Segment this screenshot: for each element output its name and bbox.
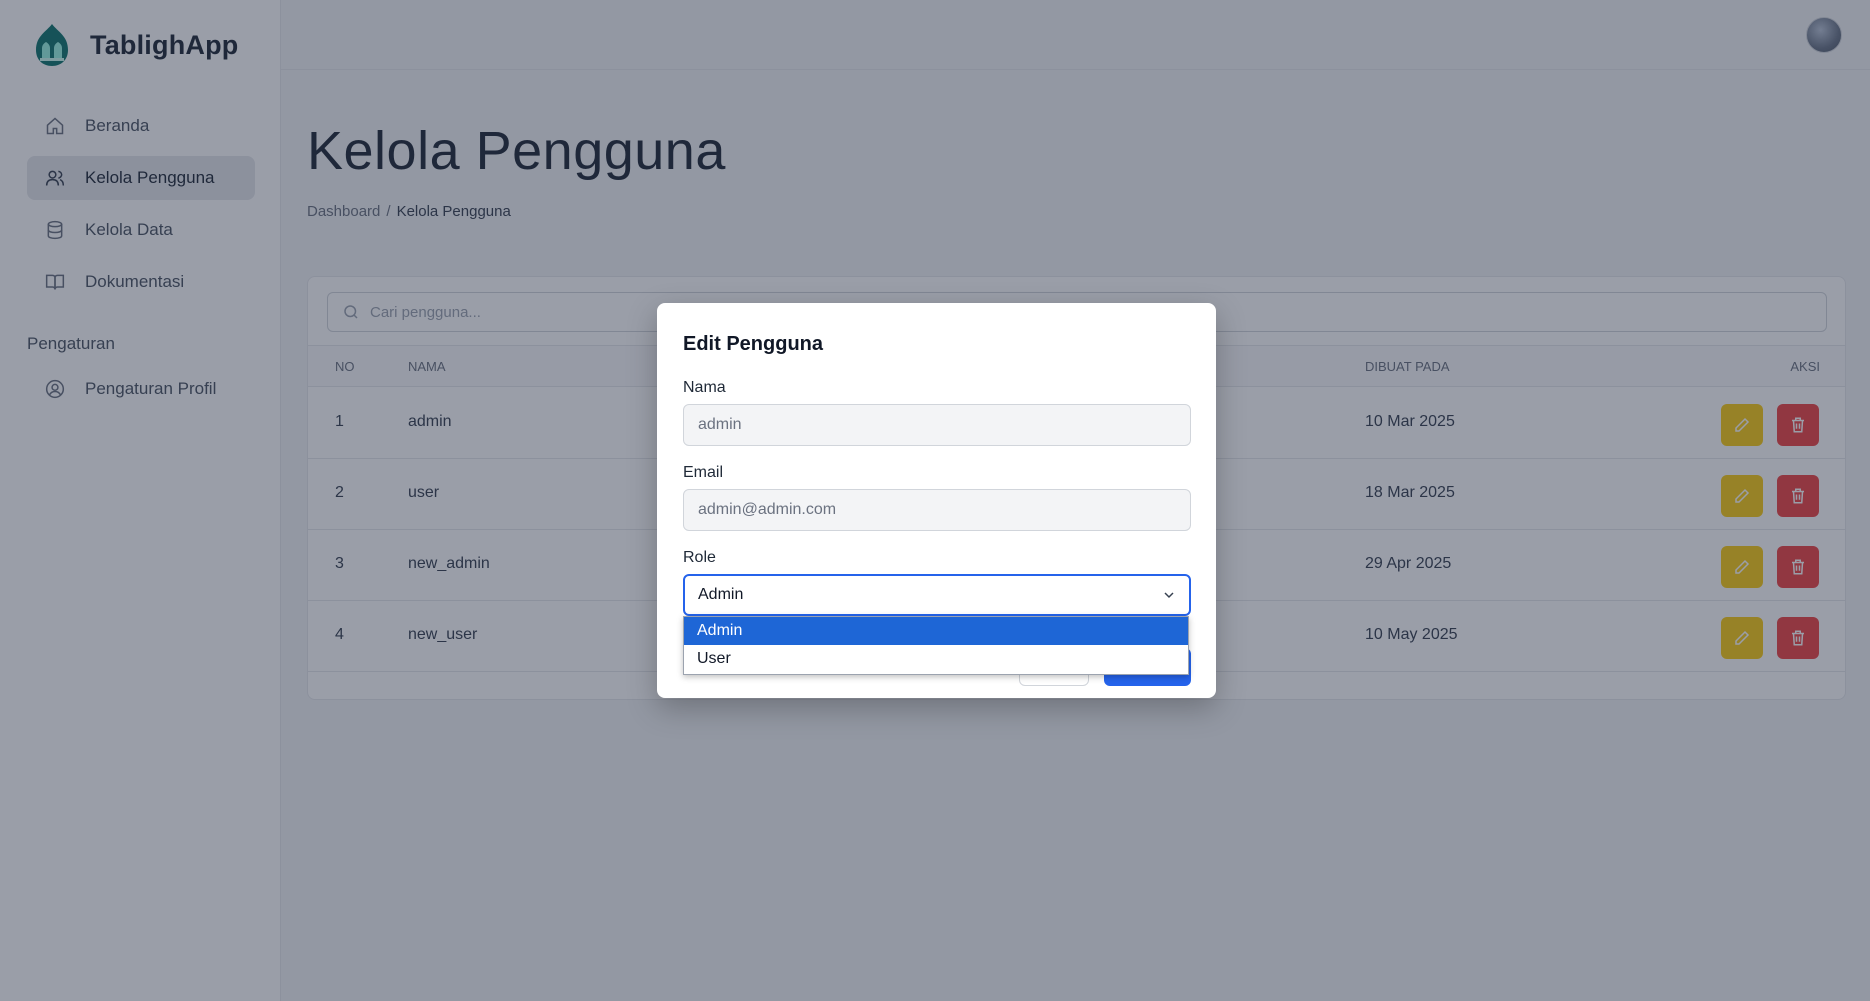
role-option-admin[interactable]: Admin [684, 617, 1188, 645]
role-selected-value: Admin [698, 586, 744, 603]
role-select[interactable]: Admin [683, 574, 1191, 616]
modal-title: Edit Pengguna [683, 333, 823, 355]
email-field[interactable]: admin@admin.com [683, 489, 1191, 531]
role-label: Role [683, 549, 716, 566]
role-option-user[interactable]: User [684, 645, 1188, 673]
nama-label: Nama [683, 379, 726, 396]
role-dropdown-list: Admin User [683, 616, 1189, 675]
chevron-down-icon [1161, 587, 1177, 603]
nama-value: admin [698, 416, 742, 433]
email-value: admin@admin.com [698, 501, 837, 518]
email-label: Email [683, 464, 724, 481]
nama-field[interactable]: admin [683, 404, 1191, 446]
